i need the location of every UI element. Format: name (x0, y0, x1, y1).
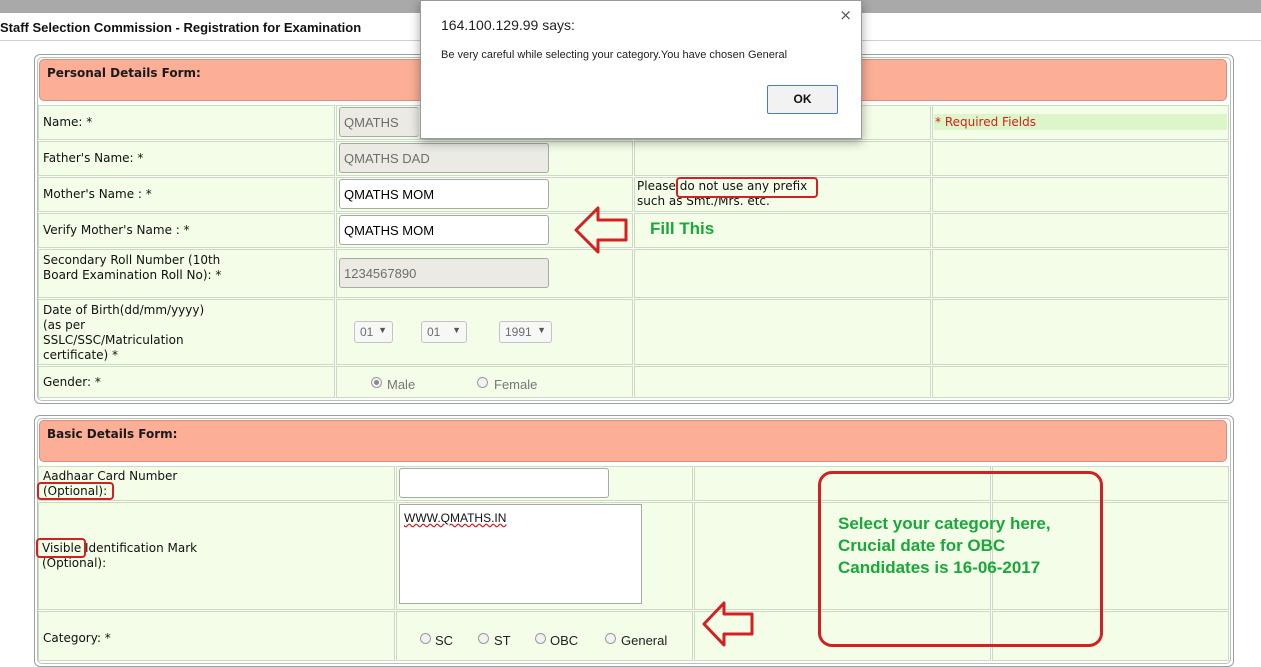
category-obc-radio[interactable] (535, 633, 546, 644)
gender-female-label: Female (494, 377, 538, 392)
dob-month-value: 01 (427, 325, 441, 339)
father-blank-cell (932, 141, 1229, 176)
category-general-label: General (621, 633, 668, 648)
gender-male-label: Male (387, 377, 416, 392)
dob-extra-cell (634, 299, 931, 365)
gender-label: Gender: * (38, 366, 335, 398)
fill-this-annotation: Fill This (650, 219, 715, 238)
dialog-title: 164.100.129.99 says: (441, 17, 575, 33)
gender-extra-cell (634, 366, 931, 398)
identification-mark-textarea[interactable]: WWW.QMATHS.IN (399, 504, 642, 604)
page-title: Staff Selection Commission - Registratio… (0, 20, 362, 35)
close-icon[interactable]: × (839, 6, 852, 24)
chevron-down-icon: ▼ (378, 325, 387, 335)
verify-mother-blank-cell (932, 213, 1229, 248)
roll-number-label: Secondary Roll Number (10th Board Examin… (38, 249, 335, 298)
category-label: Category: * (38, 611, 395, 661)
category-st-label: ST (494, 633, 511, 648)
identification-mark-value: WWW.QMATHS.IN (404, 511, 507, 525)
dob-year-value: 1991 (505, 325, 532, 339)
roll-extra-cell (634, 249, 931, 298)
category-sc-label: SC (435, 633, 454, 648)
dob-day-select[interactable]: 01 ▼ (354, 321, 393, 343)
chevron-down-icon: ▼ (537, 325, 546, 335)
father-extra-cell (634, 141, 931, 176)
category-general-radio[interactable] (605, 633, 616, 644)
name-input[interactable]: QMATHS (339, 107, 419, 137)
dob-blank-cell (932, 299, 1229, 365)
alert-dialog: 164.100.129.99 says: × Be very careful w… (420, 0, 862, 139)
chevron-down-icon: ▼ (452, 325, 461, 335)
gender-blank-cell (932, 366, 1229, 398)
required-fields-note: * Required Fields (935, 115, 1036, 129)
category-st-radio[interactable] (478, 633, 489, 644)
verify-mother-name-input[interactable]: QMATHS MOM (339, 215, 549, 245)
roll-number-input[interactable]: 1234567890 (339, 258, 549, 288)
prefix-highlight-box (676, 177, 818, 198)
ok-button[interactable]: OK (767, 85, 838, 114)
arrow-left-icon (574, 206, 628, 254)
gender-female-radio[interactable] (477, 377, 488, 388)
arrow-left-icon (702, 601, 754, 647)
dob-month-select[interactable]: 01 ▼ (421, 321, 467, 343)
gender-male-radio[interactable] (371, 377, 382, 388)
dob-day-value: 01 (360, 325, 374, 339)
father-name-label: Father's Name: * (38, 141, 335, 176)
verify-mother-name-label: Verify Mother's Name : * (38, 213, 335, 248)
visible-highlight-box (36, 538, 86, 558)
mother-blank-cell (932, 177, 1229, 212)
aadhaar-input[interactable] (399, 468, 609, 498)
mother-name-label: Mother's Name : * (38, 177, 335, 212)
dob-year-select[interactable]: 1991 ▼ (499, 321, 552, 343)
category-sc-radio[interactable] (420, 633, 431, 644)
roll-blank-cell (932, 249, 1229, 298)
category-obc-label: OBC (550, 633, 579, 648)
father-name-input[interactable]: QMATHS DAD (339, 143, 549, 173)
category-callout-text: Select your category here, Crucial date … (838, 514, 1051, 577)
basic-details-header: Basic Details Form: (39, 420, 1227, 462)
dob-label: Date of Birth(dd/mm/yyyy) (as per SSLC/S… (38, 299, 335, 365)
dialog-message: Be very careful while selecting your cat… (441, 49, 788, 61)
name-label: Name: * (38, 105, 335, 140)
optional-highlight-box (37, 482, 114, 500)
mother-name-input[interactable]: QMATHS MOM (339, 179, 549, 209)
